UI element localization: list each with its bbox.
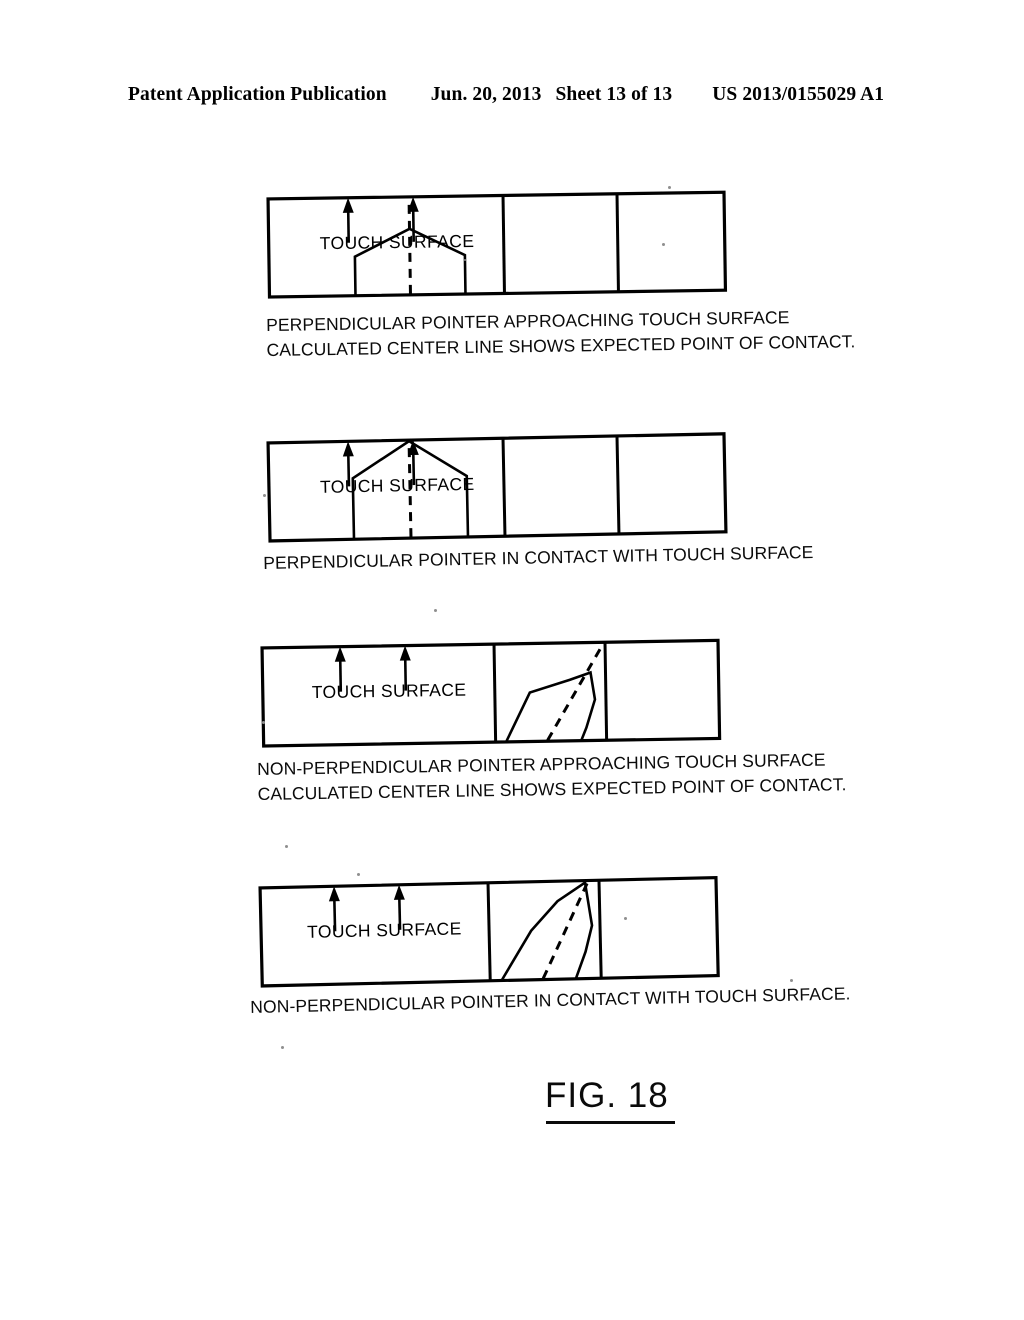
figure-label-underline (546, 1121, 675, 1124)
figure-panel-1: TOUCH SURFACE (266, 189, 728, 300)
figure-panel-2: TOUCH SURFACE (266, 431, 728, 544)
scan-speckle (662, 243, 665, 246)
panel-2-caption: PERPENDICULAR POINTER IN CONTACT WITH TO… (263, 540, 814, 576)
panel-3-caption: NON-PERPENDICULAR POINTER APPROACHING TO… (257, 747, 847, 806)
divider-left (486, 883, 492, 980)
panel-3-touch-surface-label: TOUCH SURFACE (311, 679, 467, 703)
scan-speckle (668, 186, 671, 189)
figure-panel-3: TOUCH SURFACE (260, 637, 722, 749)
divider-left (501, 196, 506, 293)
scan-speckle (281, 1046, 284, 1049)
divider-right (603, 643, 609, 740)
divider-right (615, 436, 621, 533)
divider-left (501, 439, 507, 536)
pointer-outline (501, 880, 594, 981)
divider-left (492, 645, 498, 742)
panel-1-caption: PERPENDICULAR POINTER APPROACHING TOUCH … (266, 304, 856, 362)
drawing-sheet: TOUCH SURFACE PERPENDICULAR POINTER APPR… (0, 0, 1024, 1320)
scan-speckle (464, 259, 466, 261)
scan-speckle (262, 721, 265, 724)
panel-2-touch-surface-label: TOUCH SURFACE (319, 473, 475, 497)
scan-speckle (263, 494, 266, 497)
panel-4-touch-surface-label: TOUCH SURFACE (306, 918, 462, 942)
scan-speckle (285, 845, 288, 848)
divider-right (597, 881, 603, 978)
panel-2-caption-line-1: PERPENDICULAR POINTER IN CONTACT WITH TO… (263, 541, 814, 573)
calculated-center-line (546, 641, 606, 741)
scan-speckle (624, 917, 627, 920)
divider-right (615, 194, 620, 291)
scan-speckle (790, 979, 793, 982)
figure-panel-4: TOUCH SURFACE (258, 875, 720, 989)
figure-label: FIG. 18 (545, 1076, 669, 1115)
scan-speckle (357, 873, 360, 876)
scan-speckle (434, 609, 437, 612)
panel-1-touch-surface-label: TOUCH SURFACE (319, 230, 475, 254)
